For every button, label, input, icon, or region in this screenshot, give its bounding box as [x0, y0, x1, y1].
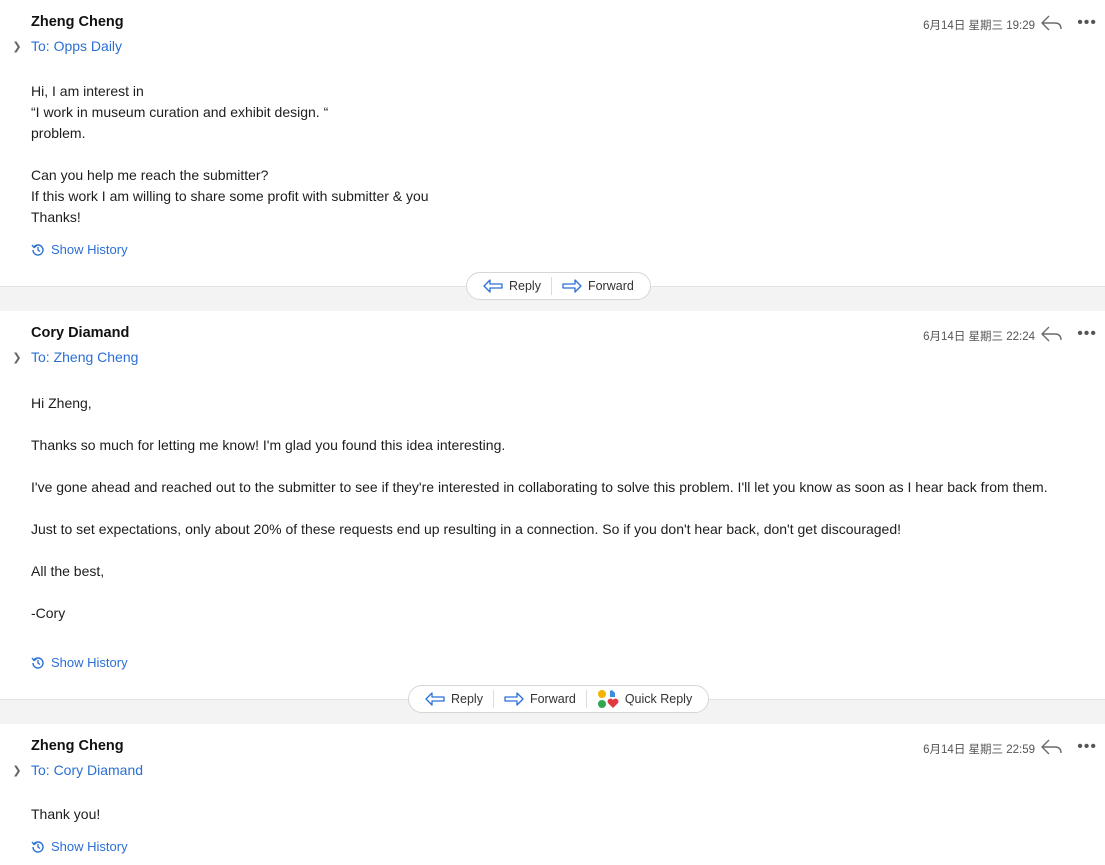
forward-label[interactable]: Forward [530, 692, 576, 706]
sender-name: Cory Diamand [31, 325, 130, 341]
body-line: problem. [31, 125, 86, 141]
body-line: I've gone ahead and reached out to the s… [31, 479, 1048, 495]
mail-thread: Zheng Cheng ❯ To: Opps Daily 6月14日 星期三 1… [0, 0, 1105, 865]
body-line [31, 582, 1071, 603]
sender-name: Zheng Cheng [31, 738, 124, 754]
recipient-row[interactable]: ❯ To: Cory Diamand [10, 762, 143, 778]
show-history-label[interactable]: Show History [51, 839, 128, 854]
body-line: If this work I am willing to share some … [31, 188, 429, 204]
recipient-row[interactable]: ❯ To: Zheng Cheng [10, 349, 138, 365]
show-history-link[interactable]: Show History [31, 655, 128, 670]
show-history-label[interactable]: Show History [51, 242, 128, 257]
message-actions-bar: Reply Forward [466, 272, 651, 300]
chevron-right-icon[interactable]: ❯ [10, 351, 24, 364]
message-date: 6月14日 星期三 19:29 [923, 20, 1035, 32]
body-line: All the best, [31, 563, 105, 579]
history-clock-icon [31, 243, 44, 256]
message-date: 6月14日 星期三 22:59 [923, 744, 1035, 756]
body-line: -Cory [31, 605, 66, 621]
show-history-label[interactable]: Show History [51, 655, 128, 670]
sender-name: Zheng Cheng [31, 14, 124, 30]
recipient-row[interactable]: ❯ To: Opps Daily [10, 38, 122, 54]
reply-button[interactable]: Reply [415, 686, 493, 712]
message-body: Thank you! [31, 804, 1071, 825]
body-line: Thanks! [31, 209, 81, 225]
message-2: Cory Diamand ❯ To: Zheng Cheng 6月14日 星期三… [0, 311, 1105, 699]
message-3: Zheng Cheng ❯ To: Cory Diamand 6月14日 星期三… [0, 724, 1105, 865]
header-actions: ••• [1041, 326, 1097, 342]
body-line: Hi Zheng, [31, 395, 92, 411]
quick-reply-emoji-icon [597, 690, 619, 708]
history-clock-icon [31, 840, 44, 853]
forward-arrow-icon [504, 692, 524, 706]
message-body: Hi Zheng, Thanks so much for letting me … [31, 393, 1071, 624]
reply-arrow-icon[interactable] [1041, 739, 1063, 755]
header-actions: ••• [1041, 739, 1097, 755]
reply-arrow-icon[interactable] [1041, 15, 1063, 31]
reply-button[interactable]: Reply [473, 273, 551, 299]
forward-button[interactable]: Forward [494, 686, 586, 712]
quick-reply-label[interactable]: Quick Reply [625, 692, 692, 706]
reply-arrow-icon [425, 692, 445, 706]
body-line: “I work in museum curation and exhibit d… [31, 104, 329, 120]
recipient-label[interactable]: To: Cory Diamand [31, 762, 143, 778]
body-line [31, 498, 1071, 519]
body-line [31, 456, 1071, 477]
header-actions: ••• [1041, 15, 1097, 31]
forward-button[interactable]: Forward [552, 273, 644, 299]
body-line: Just to set expectations, only about 20%… [31, 521, 902, 537]
body-line: Hi, I am interest in [31, 83, 144, 99]
reply-arrow-icon [483, 279, 503, 293]
body-line: Can you help me reach the submitter? [31, 167, 269, 183]
message-actions-bar: Reply Forward Quick Reply [408, 685, 710, 713]
chevron-right-icon[interactable]: ❯ [10, 40, 24, 53]
more-dots-icon[interactable]: ••• [1077, 739, 1097, 755]
message-date: 6月14日 星期三 22:24 [923, 331, 1035, 343]
show-history-link[interactable]: Show History [31, 242, 128, 257]
message-body: Hi, I am interest in “I work in museum c… [31, 81, 1071, 228]
forward-label[interactable]: Forward [588, 279, 634, 293]
body-line: Thank you! [31, 806, 101, 822]
chevron-right-icon[interactable]: ❯ [10, 764, 24, 777]
show-history-link[interactable]: Show History [31, 839, 128, 854]
more-dots-icon[interactable]: ••• [1077, 15, 1097, 31]
history-clock-icon [31, 656, 44, 669]
more-dots-icon[interactable]: ••• [1077, 326, 1097, 342]
body-line [31, 144, 1071, 165]
recipient-label[interactable]: To: Zheng Cheng [31, 349, 138, 365]
message-1: Zheng Cheng ❯ To: Opps Daily 6月14日 星期三 1… [0, 0, 1105, 286]
quick-reply-button[interactable]: Quick Reply [587, 686, 702, 712]
forward-arrow-icon [562, 279, 582, 293]
recipient-label[interactable]: To: Opps Daily [31, 38, 122, 54]
body-line [31, 414, 1071, 435]
body-line: Thanks so much for letting me know! I'm … [31, 437, 506, 453]
reply-label[interactable]: Reply [451, 692, 483, 706]
reply-arrow-icon[interactable] [1041, 326, 1063, 342]
body-line [31, 540, 1071, 561]
reply-label[interactable]: Reply [509, 279, 541, 293]
